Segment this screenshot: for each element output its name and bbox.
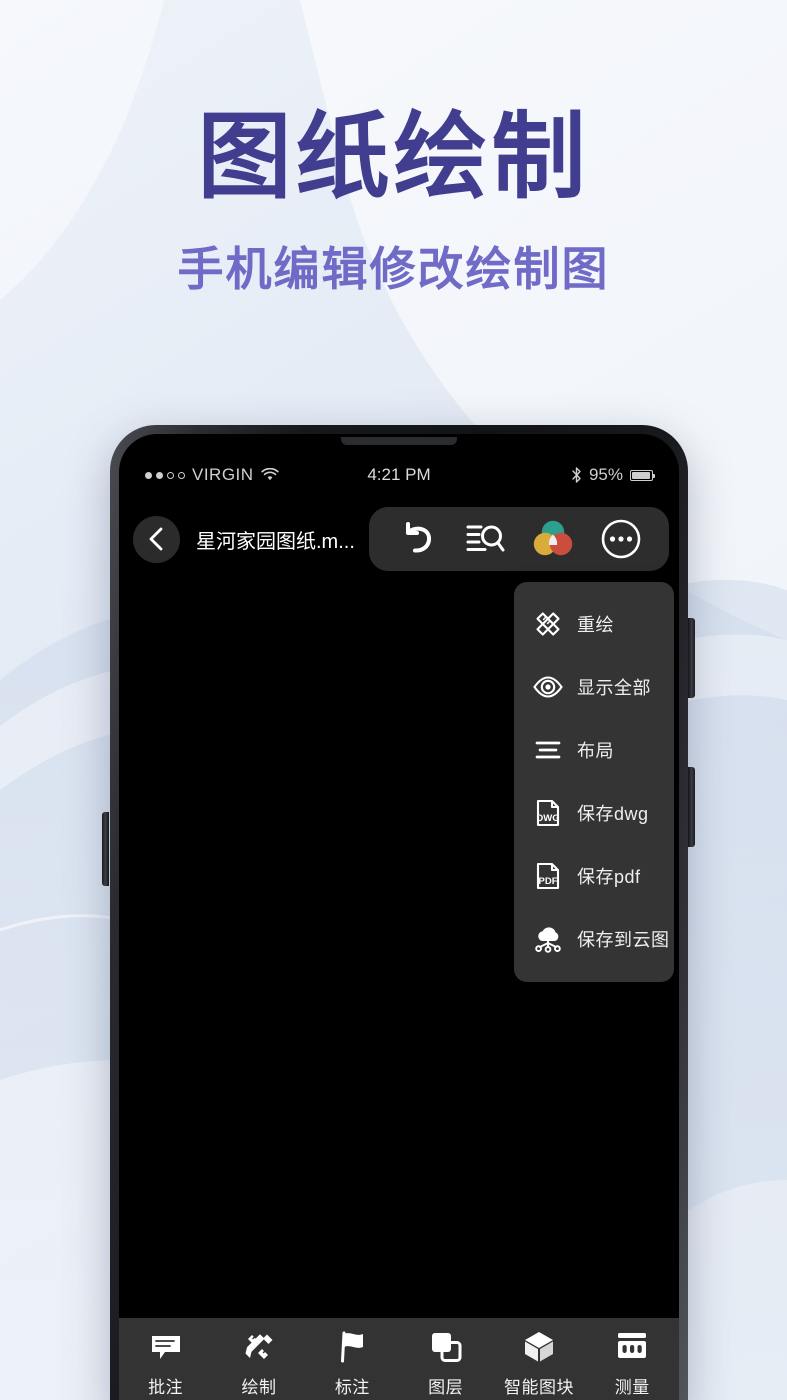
tab-measure[interactable]: 测量 <box>586 1328 679 1398</box>
phone-mockup: VIRGIN 4:21 PM 95% 星河家园图纸.m... 重绘 显示全部 布… <box>110 425 688 1400</box>
pdf-file-icon: PDF <box>531 859 565 893</box>
battery-percentage: 95% <box>588 465 623 484</box>
menu-item-label: 保存dwg <box>577 803 649 824</box>
menu-item-layout[interactable]: 布局 <box>514 718 674 781</box>
dwg-file-icon: DWG <box>531 796 565 830</box>
more-options-menu: 重绘 显示全部 布局 DWG 保存dwg PDF 保存pdf 保存到云图 <box>514 582 674 982</box>
menu-item-show-all[interactable]: 显示全部 <box>514 655 674 718</box>
pencil-ruler-icon <box>240 1328 278 1366</box>
color-circles-icon <box>531 517 575 561</box>
menu-item-label: 重绘 <box>577 614 614 635</box>
chevron-left-icon <box>145 526 169 552</box>
tab-draw[interactable]: 绘制 <box>212 1328 305 1398</box>
layout-lines-icon <box>531 733 565 767</box>
list-search-icon <box>464 520 506 558</box>
tab-label: 测量 <box>614 1378 650 1397</box>
tab-label: 绘制 <box>241 1378 277 1397</box>
phone-earpiece-speaker <box>341 437 457 445</box>
bluetooth-icon <box>571 467 582 483</box>
page-subtitle: 手机编辑修改绘制图 <box>177 242 610 295</box>
cube-icon <box>520 1328 558 1366</box>
more-button[interactable] <box>595 513 647 565</box>
headline-block: 图纸绘制 手机编辑修改绘制图 <box>0 104 787 299</box>
ruler-measure-icon <box>613 1328 651 1366</box>
eye-icon <box>531 670 565 704</box>
phone-volume-up-button[interactable] <box>688 618 695 698</box>
tab-smart-blocks[interactable]: 智能图块 <box>492 1328 585 1398</box>
search-button[interactable] <box>459 513 511 565</box>
menu-item-label: 显示全部 <box>577 677 651 698</box>
status-bar: VIRGIN 4:21 PM 95% <box>119 460 679 490</box>
file-name-label: 星河家园图纸.m... <box>196 530 355 553</box>
phone-power-button[interactable] <box>102 812 109 886</box>
toolbar-actions <box>368 507 669 571</box>
tab-layers[interactable]: 图层 <box>399 1328 492 1398</box>
pencil-ruler-icon <box>531 607 565 641</box>
tab-label: 智能图块 <box>503 1378 574 1397</box>
comment-icon <box>147 1328 185 1366</box>
cloud-upload-icon <box>531 922 565 956</box>
app-toolbar: 星河家园图纸.m... <box>119 500 679 578</box>
page-title: 图纸绘制 <box>197 104 590 209</box>
tab-label: 批注 <box>148 1378 184 1397</box>
svg-text:PDF: PDF <box>539 876 558 887</box>
menu-item-redraw[interactable]: 重绘 <box>514 592 674 655</box>
tab-markup[interactable]: 标注 <box>306 1328 399 1398</box>
svg-text:DWG: DWG <box>536 813 559 824</box>
phone-volume-down-button[interactable] <box>688 767 695 847</box>
menu-item-label: 布局 <box>577 740 614 761</box>
tab-annotate[interactable]: 批注 <box>119 1328 212 1398</box>
menu-item-label: 保存pdf <box>577 866 641 887</box>
phone-screen: VIRGIN 4:21 PM 95% 星河家园图纸.m... 重绘 显示全部 布… <box>119 434 679 1400</box>
tab-label: 标注 <box>334 1378 370 1397</box>
layers-icon <box>427 1328 465 1366</box>
status-bar-right: 95% <box>571 465 656 485</box>
back-button[interactable] <box>133 515 180 563</box>
flag-icon <box>333 1328 371 1366</box>
menu-item-label: 保存到云图 <box>577 929 670 950</box>
menu-item-save-pdf[interactable]: PDF 保存pdf <box>514 844 674 907</box>
more-dots-icon <box>599 517 643 561</box>
undo-arrow-icon <box>397 519 437 559</box>
tab-label: 图层 <box>428 1378 464 1397</box>
bottom-tab-bar: 批注 绘制 标注 图层 智能图块 测量 <box>119 1318 679 1400</box>
undo-button[interactable] <box>391 513 443 565</box>
battery-icon <box>630 469 656 481</box>
menu-item-save-to-cloud[interactable]: 保存到云图 <box>514 907 674 970</box>
color-button[interactable] <box>527 513 579 565</box>
menu-item-save-dwg[interactable]: DWG 保存dwg <box>514 781 674 844</box>
